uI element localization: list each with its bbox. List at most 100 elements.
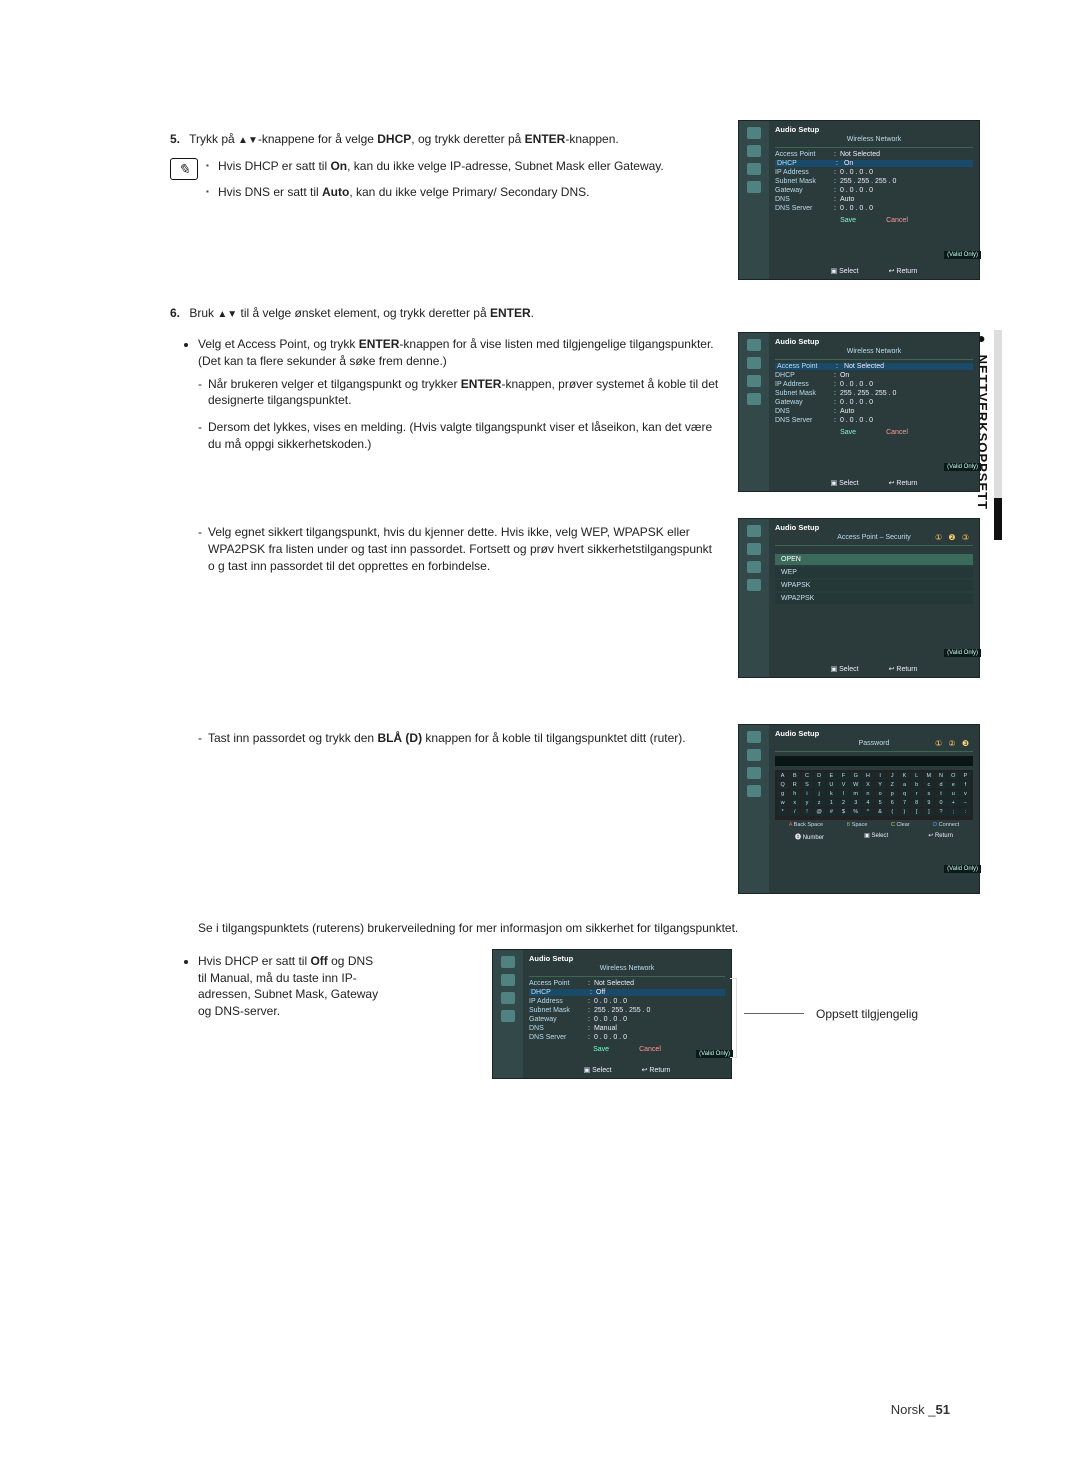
gear-icon (747, 579, 761, 591)
net-icon (747, 163, 761, 175)
key: b (911, 781, 922, 789)
key: 6 (887, 799, 898, 807)
key: * (777, 808, 788, 816)
key: K (899, 772, 910, 780)
music-icon (747, 339, 761, 351)
callout-bracket (730, 978, 737, 1058)
key: F (838, 772, 849, 780)
key: # (826, 808, 837, 816)
key: p (887, 790, 898, 798)
key: C (801, 772, 812, 780)
music-icon (747, 731, 761, 743)
note-icon: ✎ (170, 158, 198, 180)
callout-label: Oppsett tilgjengelig (816, 1007, 918, 1021)
key: 8 (911, 799, 922, 807)
key: z (814, 799, 825, 807)
figure-dhcp-off: Audio Setup Wireless Network Access Poin… (492, 949, 732, 1079)
key: ? (935, 808, 946, 816)
key: g (777, 790, 788, 798)
key: B (789, 772, 800, 780)
music-icon (747, 525, 761, 537)
gear-icon (747, 181, 761, 193)
gear-icon (501, 1010, 515, 1022)
arrow-up-down-icon: ▲▼ (238, 135, 258, 146)
key: Q (777, 781, 788, 789)
key: 4 (862, 799, 873, 807)
key: D (814, 772, 825, 780)
key: S (801, 781, 812, 789)
key: t (935, 790, 946, 798)
key: M (923, 772, 934, 780)
key: ; (948, 808, 959, 816)
key: e (948, 781, 959, 789)
page-footer: Norsk _51 (891, 1402, 950, 1417)
key: 3 (850, 799, 861, 807)
step5-number: 5. (170, 132, 180, 146)
key: A (777, 772, 788, 780)
dash-connect: Når brukeren velger et tilgangspunkt og … (198, 376, 720, 410)
key: r (911, 790, 922, 798)
key: i (801, 790, 812, 798)
gear-icon (747, 393, 761, 405)
key: 2 (838, 799, 849, 807)
key: ( (887, 808, 898, 816)
key: 0 (935, 799, 946, 807)
net-icon (747, 375, 761, 387)
arrow-up-down-icon: ▲▼ (217, 309, 237, 320)
key: u (948, 790, 959, 798)
key: n (862, 790, 873, 798)
onscreen-keyboard: ABCDEFGHIJKLMNOPQRSTUVWXYZabcdefghijklmn… (775, 770, 973, 818)
key: h (789, 790, 800, 798)
music-icon (747, 127, 761, 139)
key: 5 (875, 799, 886, 807)
sec-open: OPEN (775, 554, 973, 565)
key: T (814, 781, 825, 789)
sidebar-icon (747, 543, 761, 555)
key: V (838, 781, 849, 789)
key: % (850, 808, 861, 816)
key: f (960, 781, 971, 789)
music-icon (501, 956, 515, 968)
bullet-access-point: Velg et Access Point, og trykk ENTER-kna… (198, 336, 720, 453)
key: P (960, 772, 971, 780)
key: X (862, 781, 873, 789)
key: y (801, 799, 812, 807)
sidebar-icon (747, 749, 761, 761)
key: s (923, 790, 934, 798)
key: E (826, 772, 837, 780)
key: H (862, 772, 873, 780)
key: l (838, 790, 849, 798)
sidebar-icon (747, 145, 761, 157)
key: $ (838, 808, 849, 816)
password-field (775, 756, 973, 766)
note5a: Hvis DHCP er satt til On, kan du ikke ve… (206, 158, 664, 174)
key: G (850, 772, 861, 780)
after-text: Se i tilgangspunktets (ruterens) brukerv… (170, 920, 980, 937)
key: a (899, 781, 910, 789)
key: − (960, 799, 971, 807)
step5-text: 5. Trykk på ▲▼-knappene for å velge DHCP… (170, 132, 720, 146)
key: N (935, 772, 946, 780)
callout-line (744, 1013, 804, 1014)
figure-dhcp-on: Audio Setup Wireless Network Access Poin… (738, 120, 980, 280)
key: m (850, 790, 861, 798)
key: v (960, 790, 971, 798)
sec-wep: WEP (775, 567, 973, 578)
sec-wpapsk: WPAPSK (775, 580, 973, 591)
key: c (923, 781, 934, 789)
figure-security: ① ❷ ③ Audio Setup Access Point – Securit… (738, 518, 980, 678)
key: d (935, 781, 946, 789)
sidebar-icon (747, 357, 761, 369)
key: ! (801, 808, 812, 816)
key: Y (875, 781, 886, 789)
key: & (875, 808, 886, 816)
bullet-dhcp-off: Hvis DHCP er satt til Off og DNS til Man… (198, 953, 384, 1020)
key: Z (887, 781, 898, 789)
key: k (826, 790, 837, 798)
net-icon (501, 992, 515, 1004)
key: I (875, 772, 886, 780)
dash-password: Tast inn passordet og trykk den BLÅ (D) … (198, 730, 720, 747)
sidebar-icon (501, 974, 515, 986)
key: x (789, 799, 800, 807)
key: L (911, 772, 922, 780)
